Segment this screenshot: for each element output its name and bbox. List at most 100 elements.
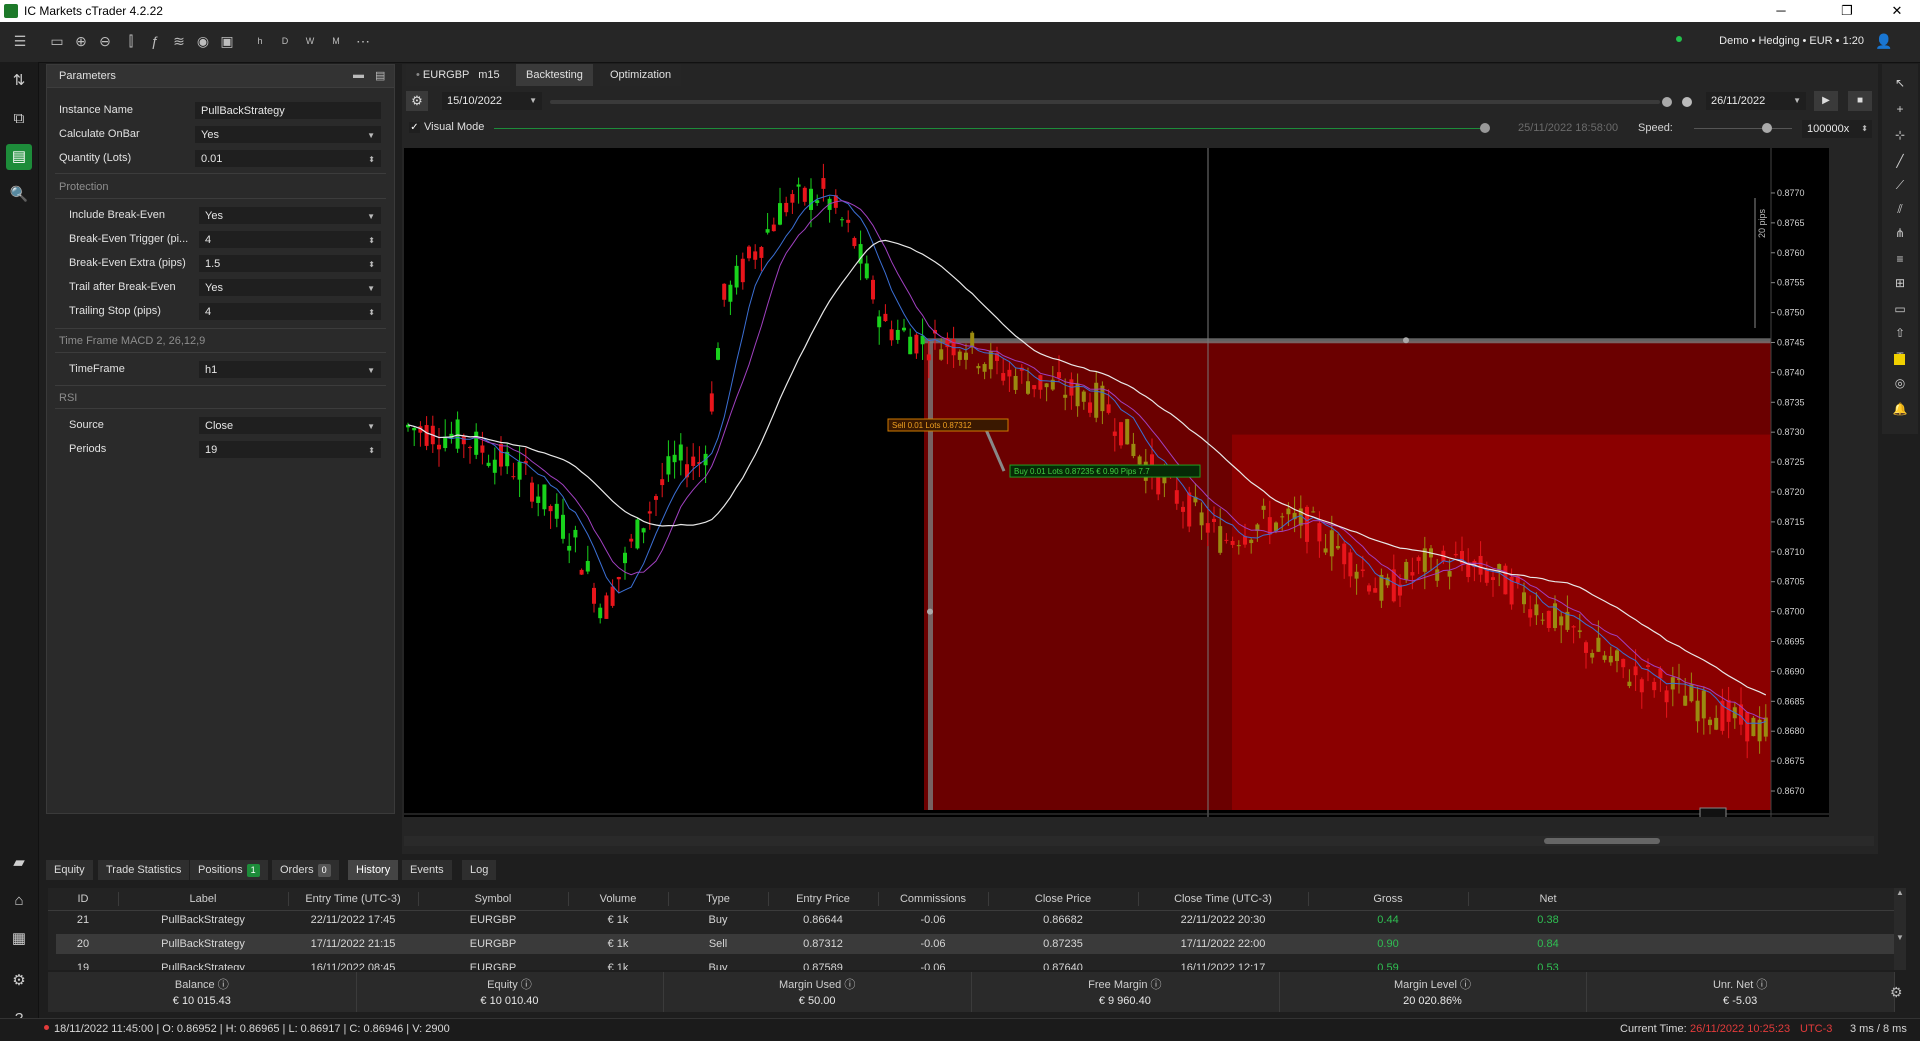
break-even-extra-stepper[interactable]: 1.5 ⬍ (199, 255, 381, 272)
table-row[interactable]: 20 PullBackStrategy 17/11/2022 21:15 EURGBP… (56, 934, 1894, 954)
layout-icon[interactable]: ▭ (47, 31, 67, 51)
table-row[interactable]: 21 PullBackStrategy 22/11/2022 17:45 EURGBP… (56, 910, 1894, 930)
close-button[interactable]: ✕ (1874, 0, 1920, 22)
trade-icon[interactable]: ⇅ (6, 68, 32, 94)
visual-progress-handle[interactable] (1480, 123, 1490, 133)
restore-button[interactable]: ❐ (1824, 0, 1870, 22)
news-icon[interactable]: ▦ (6, 926, 32, 952)
timeframe-m-icon[interactable]: M (326, 31, 346, 51)
camera-icon[interactable]: ◎ (1887, 370, 1913, 396)
zoom-in-icon[interactable]: ⊕ (71, 31, 91, 51)
crosshair-plus-icon[interactable]: ⊹ (1887, 122, 1913, 148)
ray-icon[interactable]: ⟋ (1887, 172, 1913, 198)
tab-backtesting[interactable]: Backtesting (516, 64, 593, 86)
timeframe-select[interactable]: h1 ▼ (199, 361, 381, 378)
color-picker-icon[interactable] (1894, 354, 1905, 365)
date-range-slider[interactable] (550, 97, 1692, 107)
backtest-settings-icon[interactable]: ⚙ (406, 91, 428, 111)
column-header[interactable]: ID (48, 893, 118, 905)
speed-slider-handle[interactable] (1762, 123, 1772, 133)
range-end-handle[interactable] (1682, 97, 1692, 107)
line-icon[interactable]: ╱ (1887, 148, 1913, 174)
crosshair-icon[interactable]: + (1887, 96, 1913, 122)
start-date-picker[interactable]: 15/10/2022 ▼ (442, 92, 542, 110)
template-icon[interactable]: ▣ (217, 31, 237, 51)
instance-name-input[interactable]: PullBackStrategy (195, 102, 381, 119)
periods-stepper[interactable]: 19 ⬍ (199, 441, 381, 458)
chart-horizontal-scrollbar[interactable] (404, 836, 1874, 846)
column-header[interactable]: Close Price (988, 893, 1138, 905)
column-header[interactable]: Gross (1308, 893, 1468, 905)
tab-optimization[interactable]: Optimization (600, 64, 682, 86)
column-header[interactable]: Entry Time (UTC-3) (288, 893, 418, 905)
chart-type-icon[interactable]: ⫿ (121, 31, 141, 51)
play-button[interactable]: ▶ (1814, 91, 1838, 111)
column-header[interactable]: Volume (568, 893, 668, 905)
eye-icon[interactable]: ◉ (193, 31, 213, 51)
timeframe-d-icon[interactable]: D (275, 31, 295, 51)
column-header[interactable]: Net (1468, 893, 1628, 905)
timezone-value[interactable]: UTC-3 (1800, 1023, 1832, 1035)
briefcase-icon[interactable]: ▰ (6, 850, 32, 876)
indicator-icon[interactable]: ƒ (145, 31, 165, 51)
copy-icon[interactable]: ⧉ (6, 106, 32, 132)
timeframe-h-icon[interactable]: h (250, 31, 270, 51)
include-break-even-select[interactable]: Yes ▼ (199, 207, 381, 224)
stop-button[interactable]: ■ (1848, 91, 1872, 111)
table-vertical-scrollbar[interactable]: ▲ ▼ (1894, 888, 1906, 970)
quantity-stepper[interactable]: 0.01 ⬍ (195, 150, 381, 167)
column-header[interactable]: Symbol (418, 893, 568, 905)
summary-settings-icon[interactable]: ⚙ (1890, 984, 1903, 1001)
store-icon[interactable]: ⌂ (6, 888, 32, 914)
fibonacci-icon[interactable]: ≡ (1887, 246, 1913, 272)
calculate-onbar-select[interactable]: Yes ▼ (195, 126, 381, 143)
collapse-panel-icon[interactable]: ▬ (353, 69, 364, 81)
column-header[interactable]: Entry Price (768, 893, 878, 905)
settings-icon[interactable]: ⚙ (6, 968, 32, 994)
user-icon[interactable]: 👤 (1874, 31, 1894, 51)
menu-icon[interactable]: ☰ (10, 31, 30, 51)
save-parameters-icon[interactable]: ▤ (375, 69, 385, 82)
candle-body (740, 258, 745, 283)
measure-icon[interactable]: ⊞ (1887, 270, 1913, 296)
table-row[interactable]: 19 PullBackStrategy 16/11/2022 08:45 EURGBP… (56, 958, 1894, 970)
tab-log[interactable]: Log (462, 860, 497, 880)
tab-events[interactable]: Events (402, 860, 452, 880)
column-header[interactable]: Commissions (878, 893, 988, 905)
candle-body (1596, 637, 1601, 652)
timeframe-w-icon[interactable]: W (300, 31, 320, 51)
trailing-stop-stepper[interactable]: 4 ⬍ (199, 303, 381, 320)
arrow-icon[interactable]: ⇧ (1887, 320, 1913, 346)
column-header[interactable]: Type (668, 893, 768, 905)
more-icon[interactable]: ⋯ (353, 31, 373, 51)
zoom-out-icon[interactable]: ⊖ (95, 31, 115, 51)
tab-positions[interactable]: Positions 1 (190, 860, 268, 880)
comment-icon[interactable]: ▭ (1887, 296, 1913, 322)
column-header[interactable]: Close Time (UTC-3) (1138, 893, 1308, 905)
trail-after-break-even-select[interactable]: Yes ▼ (199, 279, 381, 296)
break-even-trigger-stepper[interactable]: 4 ⬍ (199, 231, 381, 248)
speed-slider[interactable] (1694, 128, 1792, 129)
alert-icon[interactable]: 🔔 (1887, 396, 1913, 422)
pitchfork-icon[interactable]: ⋔ (1887, 220, 1913, 246)
scrollbar-thumb[interactable] (1544, 838, 1660, 844)
automate-icon[interactable]: ▤ (6, 144, 32, 170)
range-start-handle[interactable] (1662, 97, 1672, 107)
minimize-button[interactable]: ─ (1758, 0, 1804, 22)
channel-icon[interactable]: ⫽ (1887, 196, 1913, 222)
tab-orders[interactable]: Orders 0 (272, 860, 339, 880)
symbol-tab[interactable]: • EURGBP m15 (406, 64, 510, 86)
price-chart[interactable]: Sell 0.01 Lots 0.87312 Buy 0.01 Lots 0.87… (404, 148, 1829, 817)
tab-history[interactable]: History (348, 860, 399, 880)
tab-trade-statistics[interactable]: Trade Statistics (98, 860, 190, 880)
layers-icon[interactable]: ≋ (169, 31, 189, 51)
speed-stepper[interactable]: 100000x ⬍ (1802, 120, 1872, 138)
cursor-icon[interactable]: ↖ (1887, 70, 1913, 96)
visual-mode-checkbox[interactable]: ✓ (409, 122, 420, 133)
source-select[interactable]: Close ▼ (199, 417, 381, 434)
column-header[interactable]: Label (118, 893, 288, 905)
analyze-icon[interactable]: 🔍 (6, 182, 32, 208)
tab-equity[interactable]: Equity (46, 860, 93, 880)
account-selector[interactable]: Demo • Hedging • EUR • 1:20 (1719, 35, 1864, 47)
end-date-picker[interactable]: 26/11/2022 ▼ (1706, 92, 1806, 110)
